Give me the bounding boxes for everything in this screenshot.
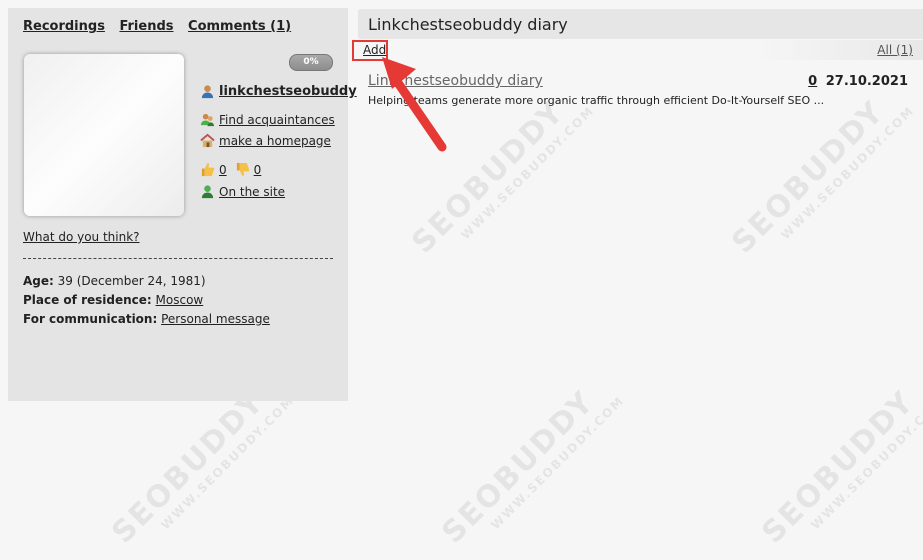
votes-row: 0 0 (200, 162, 265, 177)
all-entries-link[interactable]: All (1) (877, 43, 913, 57)
thumbs-down-icon[interactable] (235, 162, 250, 177)
people-icon (200, 113, 215, 127)
profile-panel: Recordings Friends Comments (1) 0% linkc… (8, 8, 357, 401)
likes-count[interactable]: 0 (219, 163, 227, 177)
house-icon (200, 133, 215, 148)
residence-row: Place of residence: Moscow (23, 293, 203, 307)
residence-label: Place of residence: (23, 293, 152, 307)
communication-label: For communication: (23, 312, 158, 326)
online-row: On the site (200, 184, 285, 199)
nav-comments[interactable]: Comments (1) (188, 19, 291, 34)
avatar[interactable] (24, 54, 184, 216)
diary-toolbar (358, 40, 923, 60)
diary-title: Linkchestseobuddy diary (368, 15, 568, 34)
user-icon (201, 85, 214, 99)
nav-recordings[interactable]: Recordings (23, 19, 105, 34)
entry-comments-count[interactable]: 0 (808, 74, 817, 89)
on-site-link[interactable]: On the site (219, 185, 285, 199)
age-label: Age: (23, 274, 54, 288)
username-row: linkchestseobuddy (200, 84, 357, 99)
username-link[interactable]: linkchestseobuddy (219, 84, 357, 99)
make-homepage-link[interactable]: make a homepage (219, 134, 331, 148)
age-row: Age: 39 (December 24, 1981) (23, 274, 206, 288)
find-acquaintances-row: Find acquaintances (200, 112, 335, 127)
entry-date: 27.10.2021 (825, 74, 908, 89)
entry-meta: 0 27.10.2021 (808, 74, 908, 89)
entry-snippet: Helping teams generate more organic traf… (368, 94, 825, 107)
profile-nav: Recordings Friends Comments (1) (23, 19, 301, 34)
what-do-you-think-link[interactable]: What do you think? (23, 230, 140, 244)
communication-row: For communication: Personal message (23, 312, 270, 326)
divider (23, 258, 333, 259)
thumbs-up-icon[interactable] (200, 162, 215, 177)
add-entry-link[interactable]: Add (363, 43, 386, 57)
dislikes-count[interactable]: 0 (254, 163, 262, 177)
diary-header: Linkchestseobuddy diary (358, 9, 923, 39)
personal-message-link[interactable]: Personal message (161, 312, 270, 326)
find-acquaintances-link[interactable]: Find acquaintances (219, 113, 335, 127)
entry-title-link[interactable]: Linkchestseobuddy diary (368, 73, 543, 89)
residence-link[interactable]: Moscow (156, 293, 204, 307)
profile-progress-badge: 0% (289, 54, 333, 71)
homepage-row: make a homepage (200, 133, 331, 148)
nav-friends[interactable]: Friends (119, 19, 173, 34)
age-value: 39 (December 24, 1981) (57, 274, 206, 288)
online-user-icon (201, 185, 214, 199)
